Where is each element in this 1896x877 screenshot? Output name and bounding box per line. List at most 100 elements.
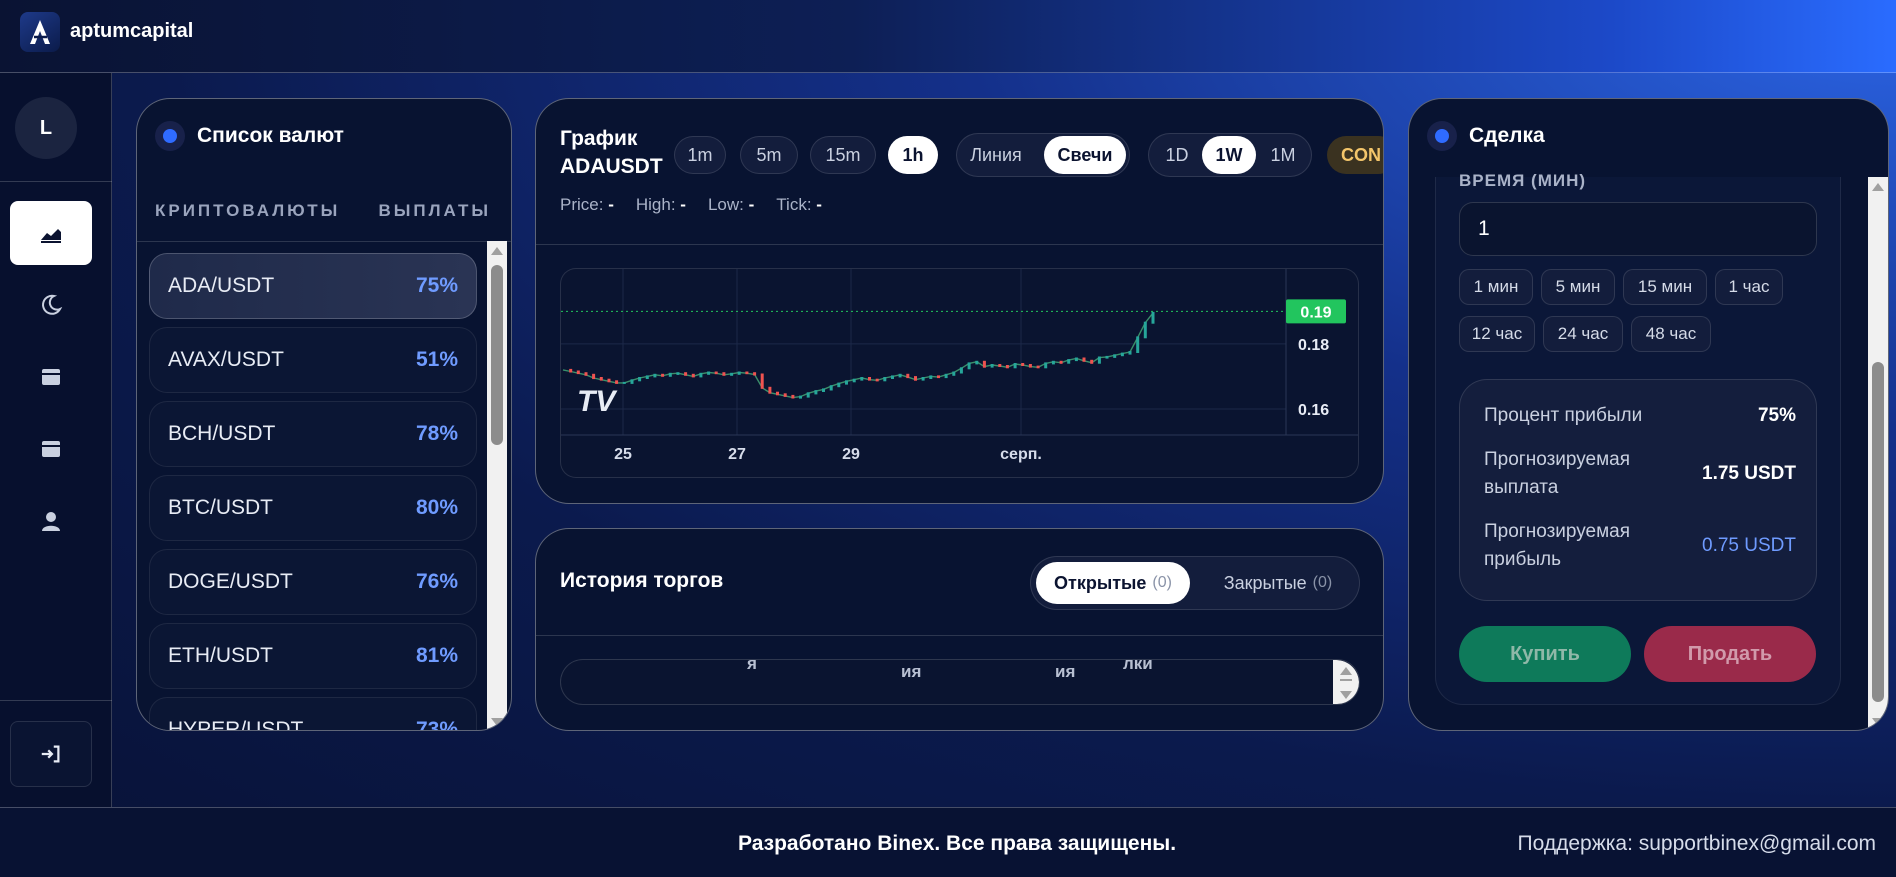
price-chart[interactable]: 25 27 29 серп. 0.18 0.16 0.19 TV [560, 268, 1359, 478]
candle [576, 370, 580, 375]
trade-history-tabs: Открытые (0) Закрытые (0) [1030, 556, 1360, 610]
time-option-24h[interactable]: 24 час [1543, 316, 1623, 352]
scroll-up-icon[interactable] [491, 247, 503, 255]
currency-pair: AVAX/USDT [168, 348, 284, 371]
stat-low: Low: - [708, 195, 754, 215]
time-option-1min[interactable]: 1 мин [1459, 269, 1533, 305]
range-1w-button[interactable]: 1W [1202, 136, 1256, 174]
candle [1028, 364, 1032, 368]
mode-line-button[interactable]: Линия [961, 136, 1031, 174]
time-input[interactable]: 1 [1459, 202, 1817, 256]
sell-button[interactable]: Продать [1644, 626, 1816, 682]
candle [822, 388, 825, 392]
scroll-up-icon[interactable] [1872, 183, 1884, 191]
currency-item-eth[interactable]: ETH/USDT 81% [149, 623, 477, 689]
mode-candles-button[interactable]: Свечи [1044, 136, 1126, 174]
candle [783, 393, 787, 397]
tab-closed[interactable]: Закрытые (0) [1201, 562, 1355, 604]
current-price-label: 0.19 [1300, 304, 1331, 321]
sidebar-item-wallet[interactable] [10, 345, 92, 409]
currency-pair: ADA/USDT [168, 274, 275, 297]
logout-icon [41, 745, 60, 763]
candle [737, 371, 741, 375]
candle [760, 373, 764, 389]
stat-price-value: - [608, 195, 614, 214]
interval-1m-button[interactable]: 1m [674, 136, 726, 174]
interval-5m-button[interactable]: 5m [740, 136, 798, 174]
candle [1090, 359, 1094, 364]
currency-column-headers: КРИПТОВАЛЮТЫ ВЫПЛАТЫ [155, 201, 491, 221]
currency-pair: HYPER/USDT [168, 718, 304, 731]
range-1d-button[interactable]: 1D [1154, 136, 1200, 174]
candle [952, 371, 956, 376]
tab-closed-count: (0) [1312, 574, 1333, 591]
sidebar-item-card[interactable] [10, 417, 92, 481]
interval-1h-button[interactable]: 1h [888, 136, 938, 174]
candle [1151, 311, 1155, 324]
sidebar-item-chart[interactable] [10, 201, 92, 265]
currency-list-header: Список валют [155, 121, 344, 151]
currency-list-scrollbar[interactable] [487, 241, 507, 730]
scroll-down-icon[interactable] [491, 718, 503, 726]
deal-scrollbar[interactable] [1868, 177, 1888, 730]
currency-item-ada[interactable]: ADA/USDT 75% [149, 253, 477, 319]
candle [998, 364, 1002, 367]
currency-pair: BCH/USDT [168, 422, 276, 445]
time-option-1h[interactable]: 1 час [1715, 269, 1783, 305]
column-header-fragment: я [747, 659, 757, 673]
brand-name[interactable]: aptumcapital [70, 20, 193, 43]
tab-open[interactable]: Открытые (0) [1036, 562, 1190, 604]
scroll-up-icon[interactable] [1340, 667, 1352, 675]
buy-button[interactable]: Купить [1459, 626, 1631, 682]
column-header-fragment: лки [1123, 659, 1153, 673]
currency-list-panel: Список валют КРИПТОВАЛЮТЫ ВЫПЛАТЫ ADA/US… [136, 98, 512, 731]
currency-item-avax[interactable]: AVAX/USDT 51% [149, 327, 477, 393]
currency-payout: 51% [415, 348, 458, 371]
footer-support-link[interactable]: Поддержка: supportbinex@gmail.com [1518, 832, 1876, 856]
trade-history-scrollbar[interactable] [1333, 660, 1359, 704]
candle [1013, 363, 1017, 369]
scrollbar-thumb[interactable] [491, 265, 503, 445]
scrollbar-thumb[interactable] [1872, 362, 1884, 702]
candle [875, 378, 879, 382]
avatar[interactable]: L [15, 97, 77, 159]
interval-15m-button[interactable]: 15m [810, 136, 876, 174]
candle [990, 364, 994, 368]
logout-button[interactable] [10, 721, 92, 787]
expected-profit-value: 0.75 USDT [1702, 535, 1796, 556]
deal-header: Сделка [1427, 121, 1545, 151]
price-chart-svg: 25 27 29 серп. 0.18 0.16 0.19 TV [561, 269, 1358, 463]
currency-item-hyper[interactable]: HYPER/USDT 73% [149, 697, 477, 731]
aptum-logo-icon[interactable] [20, 12, 60, 52]
expected-payout-label: Прогнозируемая выплата [1484, 449, 1631, 498]
currency-item-bch[interactable]: BCH/USDT 78% [149, 401, 477, 467]
time-option-5min[interactable]: 5 мин [1541, 269, 1615, 305]
time-option-48h[interactable]: 48 час [1631, 316, 1711, 352]
candle [1074, 357, 1078, 362]
currency-item-btc[interactable]: BTC/USDT 80% [149, 475, 477, 541]
chart-title: График ADAUSDT [560, 127, 663, 178]
time-option-15min[interactable]: 15 мин [1623, 269, 1707, 305]
candle [975, 360, 979, 365]
status-dot-icon [1427, 121, 1457, 151]
candle [753, 372, 757, 376]
column-payout: ВЫПЛАТЫ [378, 201, 491, 220]
currency-payout: 81% [415, 644, 458, 667]
deal-title: Сделка [1469, 124, 1545, 147]
currency-pair: BTC/USDT [168, 496, 273, 519]
sidebar-item-user[interactable] [10, 489, 92, 553]
expected-profit-label: Прогнозируемая прибыль [1484, 521, 1631, 570]
range-1m-button[interactable]: 1M [1258, 136, 1308, 174]
time-option-12h[interactable]: 12 час [1459, 316, 1535, 352]
stat-price-label: Price: [560, 195, 604, 214]
tradingview-logo-icon: TV [577, 385, 618, 418]
currency-item-doge[interactable]: DOGE/USDT 76% [149, 549, 477, 615]
con-button[interactable]: CON [1327, 136, 1383, 174]
scrollbar-thumb[interactable] [1340, 679, 1352, 681]
divider [137, 241, 511, 242]
expected-payout-value: 1.75 USDT [1702, 463, 1796, 484]
scroll-down-icon[interactable] [1340, 691, 1352, 699]
sidebar-item-moon[interactable] [10, 273, 92, 337]
candle [921, 377, 925, 381]
scroll-down-icon[interactable] [1872, 718, 1884, 726]
